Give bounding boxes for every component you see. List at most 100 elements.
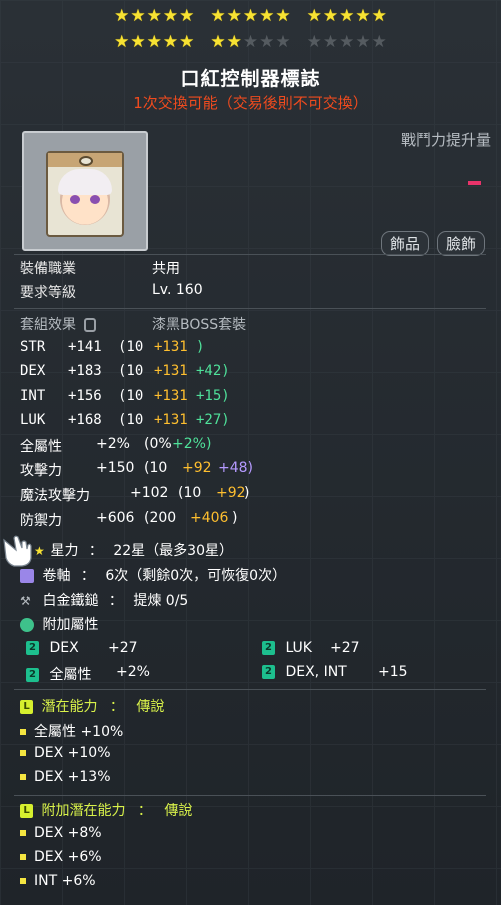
- flame-badge-icon: 2: [262, 665, 275, 679]
- magic-attack-label: 魔法攻擊力: [20, 488, 90, 504]
- star-icon: ★: [371, 32, 387, 52]
- star-group: ★ ★ ★ ★ ★: [210, 32, 290, 54]
- job-row: 裝備職業 共用: [20, 258, 180, 278]
- potential-line: 全屬性 +10%: [20, 721, 123, 741]
- stat-star: +131: [154, 339, 188, 355]
- flame-item: 2 LUK +27: [262, 640, 360, 656]
- scroll-icon: [20, 569, 34, 583]
- stat-base: (10: [118, 387, 144, 404]
- divider: [14, 689, 486, 690]
- trade-note: 1次交換可能（交易後則不可交換）: [133, 94, 368, 112]
- stat-total: +156: [68, 387, 102, 404]
- star-group: ★ ★ ★ ★ ★: [307, 6, 387, 28]
- star-icon: ★: [322, 6, 339, 26]
- defense-base: (200: [144, 510, 177, 526]
- star-icon: ★: [275, 6, 291, 26]
- potential-line-text: 全屬性 +10%: [34, 724, 124, 740]
- flame-item-value: +27: [330, 640, 360, 656]
- divider: [14, 308, 486, 309]
- right-eye: [90, 195, 100, 204]
- star-group: ★ ★ ★ ★ ★: [210, 6, 290, 28]
- bullet-icon: [20, 774, 26, 780]
- flame-badge-icon: 2: [262, 641, 275, 655]
- flame-badge-icon: 2: [26, 641, 39, 655]
- potential-sep: ：: [109, 699, 124, 715]
- potential-grade: 傳說: [136, 699, 165, 715]
- flame-item: 2 DEX +27: [26, 640, 138, 656]
- magic-attack-base: (10: [178, 485, 202, 501]
- flame-item-value: +2%: [116, 664, 150, 680]
- star-icon: ★: [306, 32, 322, 52]
- attack-row: 攻擊力 +150 (10 +92 +48): [20, 460, 253, 480]
- additional-potential-line: DEX +6%: [20, 849, 102, 865]
- additional-potential-line-text: DEX +8%: [34, 825, 102, 841]
- star-icon: ★: [355, 32, 371, 52]
- attack-label: 攻擊力: [20, 463, 62, 479]
- item-name: 口紅控制器標誌: [180, 68, 321, 90]
- star-icon: ★: [242, 6, 259, 26]
- defense-label: 防禦力: [20, 513, 62, 529]
- lock-icon: [84, 318, 97, 332]
- potential-line: DEX +13%: [20, 769, 111, 785]
- star-icon: ★: [242, 32, 259, 52]
- star-icon: ★: [114, 6, 130, 26]
- star-icon: ★: [259, 6, 275, 26]
- all-stat-total: +2%: [96, 436, 130, 452]
- bullet-icon: [20, 830, 26, 836]
- divider: [14, 795, 486, 796]
- stat-star: +131: [154, 363, 188, 380]
- star-icon: ★: [339, 6, 355, 26]
- star-icon: ★: [355, 6, 371, 26]
- additional-potential-grade: 傳說: [164, 803, 193, 819]
- stat-name: INT: [20, 387, 46, 404]
- star-icon: ★: [306, 6, 322, 26]
- combat-power-label: 戰鬥力提升量: [400, 131, 491, 149]
- stat-name: DEX: [20, 363, 46, 380]
- hammer-icon: ⚒: [20, 594, 31, 608]
- defense-total: +606: [96, 510, 135, 526]
- flame-item: 2 DEX, INT +15: [262, 664, 408, 680]
- star-icon: ★: [146, 6, 162, 26]
- all-stat-base: (0%: [144, 436, 172, 452]
- level-row: 要求等級 Lv. 160: [20, 282, 203, 302]
- stat-base: (10: [118, 411, 144, 428]
- star-icon: ★: [130, 6, 146, 26]
- star-icon: ★: [34, 544, 45, 558]
- hammer-value: 提煉 0/5: [133, 593, 189, 609]
- set-row: 套組效果 漆黑BOSS套裝: [20, 314, 246, 334]
- stat-bonus: +27): [196, 411, 230, 428]
- tag-hole: [79, 156, 93, 166]
- stat-bonus: +15): [196, 387, 230, 404]
- all-stat-label: 全屬性: [20, 439, 62, 455]
- additional-potential-line-text: INT +6%: [34, 873, 96, 889]
- star-icon: ★: [322, 32, 339, 52]
- bullet-icon: [20, 854, 26, 860]
- item-tooltip: ★ ★ ★ ★ ★ ★ ★ ★ ★ ★ ★ ★ ★ ★ ★ ★ ★ ★ ★ ★ ★ ★ ★ ★ ★ ★ ★ ★ ★ ★ 口紅控制器標誌 1…: [0, 0, 501, 905]
- star-icon: ★: [146, 32, 162, 52]
- pointer-hand-icon: [3, 535, 32, 567]
- scroll-sep: ：: [80, 568, 95, 584]
- attack-bonus: +48): [218, 460, 254, 476]
- job-label: 裝備職業: [20, 261, 76, 277]
- stat-bonus: +42): [196, 363, 230, 380]
- star-icon: ★: [371, 6, 387, 26]
- additional-potential-line: DEX +8%: [20, 825, 102, 841]
- attack-total: +150: [96, 460, 135, 476]
- hair: [58, 169, 112, 195]
- star-icon: ★: [130, 32, 146, 52]
- category-tag-face: 臉飾: [436, 231, 485, 256]
- stat-base: (10: [118, 339, 144, 355]
- potential-line-text: DEX +13%: [34, 769, 111, 785]
- additional-potential-line-text: DEX +6%: [34, 849, 102, 865]
- stat-base: (10: [118, 363, 144, 380]
- flame-item-name: 全屬性: [49, 667, 92, 683]
- star-icon: ★: [226, 32, 242, 52]
- potential-line: DEX +10%: [20, 745, 111, 761]
- stat-total: +168: [68, 411, 102, 428]
- combat-power-indicator: [468, 181, 481, 185]
- star-force-value: 22星（最多30星）: [113, 543, 233, 559]
- hammer-label: 白金鐵鎚: [42, 593, 99, 609]
- flame-item-name: DEX, INT: [285, 664, 347, 680]
- attack-base: (10: [144, 460, 168, 476]
- hammer-sep: ：: [108, 593, 123, 609]
